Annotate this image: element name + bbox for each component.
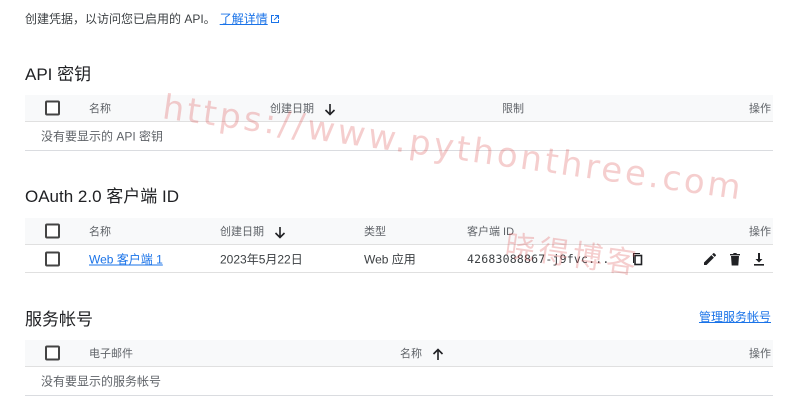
column-actions: 操作 bbox=[749, 348, 771, 360]
api-keys-select-all-checkbox[interactable] bbox=[45, 100, 60, 116]
client-type: Web 应用 bbox=[364, 252, 416, 266]
arrow-up-icon bbox=[432, 347, 444, 360]
column-name[interactable]: 名称 bbox=[89, 223, 111, 239]
api-keys-header: 名称 创建日期 限制 操作 bbox=[25, 95, 773, 122]
oauth-header: 名称 创建日期 类型 客户端 ID 操作 bbox=[25, 218, 773, 245]
manage-service-accounts-link[interactable]: 管理服务帐号 bbox=[699, 308, 771, 325]
service-accounts-empty-row: 没有要显示的服务帐号 bbox=[25, 367, 773, 396]
column-email[interactable]: 电子邮件 bbox=[89, 345, 133, 361]
oauth-title: OAuth 2.0 客户端 ID bbox=[25, 187, 179, 206]
service-accounts-header: 电子邮件 名称 操作 bbox=[25, 340, 773, 367]
column-name[interactable]: 名称 bbox=[89, 100, 111, 116]
service-accounts-title: 服务帐号 bbox=[25, 310, 93, 329]
client-id-value: 42683088867-j9fvc... bbox=[467, 251, 610, 266]
intro-text: 创建凭据，以访问您已启用的 API。 了解详情 bbox=[25, 10, 280, 27]
download-icon[interactable] bbox=[751, 251, 767, 267]
client-created-date: 2023年5月22日 bbox=[220, 252, 303, 266]
table-row: Web 客户端 1 2023年5月22日 Web 应用 42683088867-… bbox=[25, 245, 773, 273]
column-created-label: 创建日期 bbox=[270, 103, 314, 115]
trash-icon[interactable] bbox=[727, 251, 743, 267]
pencil-icon[interactable] bbox=[702, 251, 718, 267]
api-keys-table: 名称 创建日期 限制 操作 没有要显示的 API 密钥 bbox=[25, 95, 773, 151]
row-checkbox[interactable] bbox=[45, 251, 60, 266]
oauth-select-all-checkbox[interactable] bbox=[45, 223, 60, 239]
intro-message: 创建凭据，以访问您已启用的 API。 bbox=[25, 12, 216, 26]
api-keys-empty-row: 没有要显示的 API 密钥 bbox=[25, 122, 773, 151]
api-keys-title: API 密钥 bbox=[25, 65, 92, 84]
client-name-link[interactable]: Web 客户端 1 bbox=[89, 250, 163, 267]
api-keys-empty-text: 没有要显示的 API 密钥 bbox=[41, 129, 164, 144]
column-actions: 操作 bbox=[749, 226, 771, 238]
column-created[interactable]: 创建日期 bbox=[270, 100, 336, 116]
arrow-down-icon bbox=[274, 226, 286, 239]
oauth-table: 名称 创建日期 类型 客户端 ID 操作 Web 客户端 1 2023年5月22… bbox=[25, 218, 773, 273]
external-link-icon bbox=[270, 15, 279, 23]
service-accounts-empty-text: 没有要显示的服务帐号 bbox=[41, 374, 162, 389]
column-created[interactable]: 创建日期 bbox=[220, 223, 286, 239]
learn-more-label: 了解详情 bbox=[219, 12, 268, 26]
copy-icon[interactable] bbox=[628, 251, 644, 267]
service-accounts-select-all-checkbox[interactable] bbox=[45, 345, 60, 361]
column-restrictions: 限制 bbox=[502, 103, 524, 115]
learn-more-link[interactable]: 了解详情 bbox=[220, 12, 280, 26]
column-type[interactable]: 类型 bbox=[364, 223, 386, 239]
column-name-label: 名称 bbox=[400, 348, 422, 360]
column-client-id: 客户端 ID bbox=[467, 226, 515, 238]
arrow-down-icon bbox=[324, 103, 336, 116]
column-actions: 操作 bbox=[749, 103, 771, 115]
service-accounts-table: 电子邮件 名称 操作 没有要显示的服务帐号 bbox=[25, 340, 773, 396]
column-name[interactable]: 名称 bbox=[400, 345, 444, 361]
column-created-label: 创建日期 bbox=[220, 226, 264, 238]
